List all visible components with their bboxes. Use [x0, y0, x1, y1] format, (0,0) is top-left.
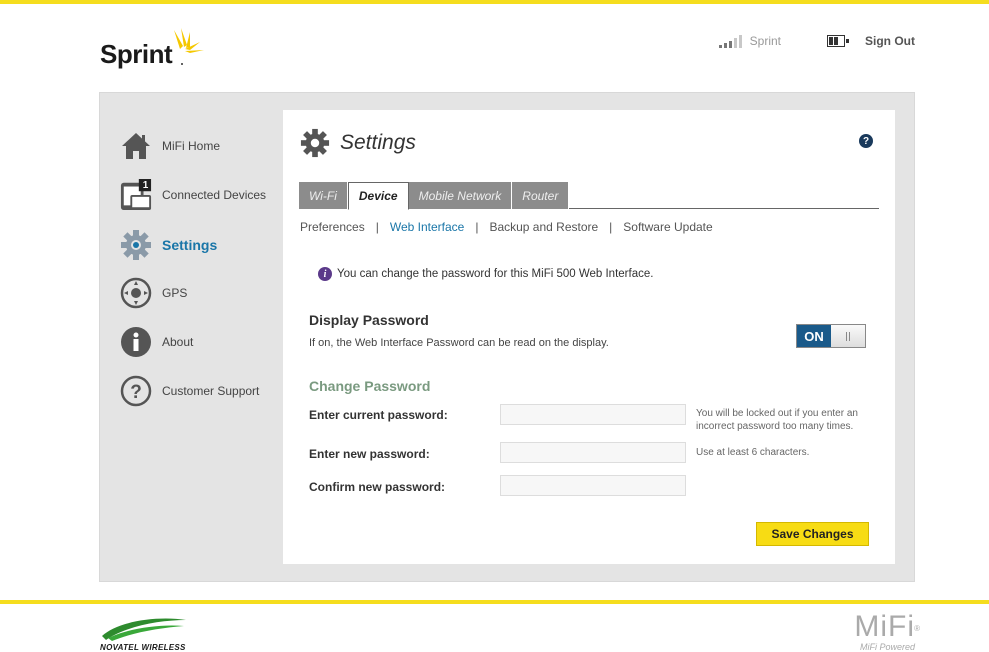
subnav-web-interface[interactable]: Web Interface [390, 220, 464, 234]
carrier-name: Sprint [749, 34, 781, 48]
mifi-wordmark: MiFi ® [854, 610, 920, 643]
tab-device[interactable]: Device [347, 182, 409, 210]
novatel-swoosh-icon [102, 618, 186, 641]
sprint-logo: Sprint [100, 28, 206, 70]
display-password-description: If on, the Web Interface Password can be… [309, 337, 609, 349]
home-icon [120, 130, 152, 162]
sidebar-item-label: Connected Devices [162, 188, 267, 202]
sidebar-item-label: Customer Support [162, 384, 260, 398]
sidebar-item-gps[interactable]: GPS [120, 273, 187, 313]
bottom-accent-bar [0, 600, 989, 604]
sidebar-item-connected-devices[interactable]: 1 Connected Devices [120, 175, 266, 215]
new-password-input[interactable] [500, 442, 686, 463]
status-area: Sprint Sign Out [718, 34, 915, 48]
save-changes-button[interactable]: Save Changes [756, 522, 869, 546]
sidebar-item-customer-support[interactable]: ? Customer Support [120, 371, 259, 411]
confirm-password-input[interactable] [500, 475, 686, 496]
sidebar-item-about[interactable]: About [120, 322, 193, 362]
display-password-title: Display Password [309, 312, 429, 328]
sidebar: MiFi Home 1 Connected Devices Settings G… [100, 93, 283, 583]
battery-icon [827, 35, 849, 47]
info-text: You can change the password for this MiF… [337, 268, 654, 280]
info-icon [120, 326, 152, 358]
connected-count-badge: 1 [142, 180, 149, 191]
new-password-label: Enter new password: [309, 447, 430, 461]
signal-bars-icon [718, 34, 742, 48]
subnav-software-update[interactable]: Software Update [623, 220, 712, 234]
gps-icon [120, 277, 152, 309]
toggle-grip-icon [831, 325, 865, 347]
novatel-logo: NOVATEL WIRELESS [100, 614, 190, 652]
devices-icon: 1 [120, 179, 152, 211]
mifi-tagline: MiFi Powered [859, 642, 915, 652]
current-password-label: Enter current password: [309, 408, 448, 422]
subnav-separator: | [375, 220, 379, 234]
current-password-input[interactable] [500, 404, 686, 425]
settings-gear-icon [300, 128, 330, 158]
device-subnav: Preferences | Web Interface | Backup and… [300, 220, 713, 234]
sidebar-item-label: About [162, 335, 194, 349]
display-password-toggle[interactable]: ON [796, 324, 866, 348]
mifi-word-text: MiFi [854, 610, 915, 643]
content-frame: MiFi Home 1 Connected Devices Settings G… [99, 92, 915, 582]
sidebar-item-settings[interactable]: Settings [120, 225, 217, 265]
page-title-text: Settings [340, 131, 416, 154]
tab-mobile-network[interactable]: Mobile Network [408, 182, 513, 209]
mifi-logo: MiFi ® MiFi Powered [854, 610, 920, 652]
info-circle-icon: i [318, 267, 332, 281]
new-password-hint: Use at least 6 characters. [696, 447, 810, 458]
sign-out-link[interactable]: Sign Out [865, 34, 915, 48]
sidebar-item-label: MiFi Home [162, 139, 221, 153]
sidebar-item-mifi-home[interactable]: MiFi Home [120, 126, 220, 166]
tab-wifi[interactable]: Wi-Fi [299, 182, 348, 209]
subnav-separator: | [475, 220, 479, 234]
top-accent-bar [0, 0, 989, 4]
sprint-wing-icon [174, 28, 205, 65]
tab-router[interactable]: Router [512, 182, 570, 209]
confirm-password-label: Confirm new password: [309, 480, 446, 494]
sidebar-item-label: GPS [162, 286, 188, 300]
brand-name: Sprint [100, 39, 173, 69]
change-password-title: Change Password [309, 378, 431, 394]
svg-text:?: ? [130, 382, 142, 403]
current-password-hint: You will be locked out if you enter an i… [696, 408, 858, 432]
settings-tabs: Wi-Fi Device Mobile Network Router [299, 182, 879, 210]
info-message: i You can change the password for this M… [318, 267, 653, 281]
page-title: Settings [300, 128, 416, 158]
gear-icon [120, 229, 152, 261]
toggle-on-label: ON [797, 325, 831, 347]
sidebar-item-label: Settings [162, 237, 218, 253]
settings-panel: Settings ? Wi-Fi Device Mobile Network R… [283, 110, 895, 564]
subnav-separator: | [609, 220, 613, 234]
help-icon[interactable]: ? [859, 134, 873, 148]
novatel-brand-text: NOVATEL WIRELESS [100, 643, 186, 652]
question-icon: ? [120, 375, 152, 407]
subnav-preferences[interactable]: Preferences [300, 220, 365, 234]
mifi-trademark: ® [914, 624, 921, 633]
subnav-backup-restore[interactable]: Backup and Restore [489, 220, 598, 234]
